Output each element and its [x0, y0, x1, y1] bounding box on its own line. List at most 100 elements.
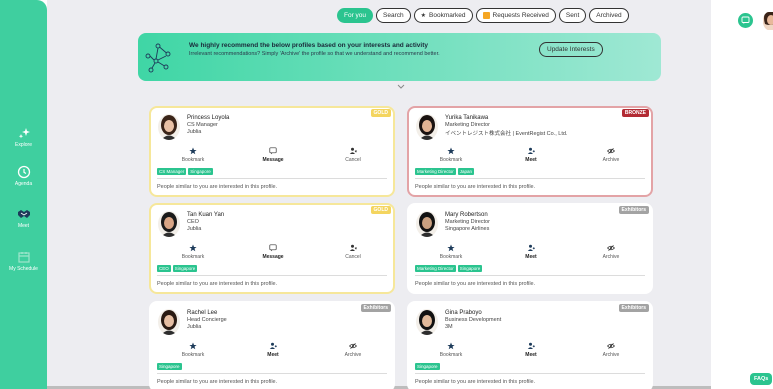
- divider: [157, 275, 387, 276]
- recommendation-banner: We highly recommend the below profiles b…: [138, 33, 661, 81]
- bookmark-button[interactable]: Bookmark: [163, 342, 223, 358]
- tab-for-you[interactable]: For you: [337, 8, 374, 23]
- bookmark-button[interactable]: Bookmark: [421, 244, 481, 260]
- tag[interactable]: Singapore: [415, 363, 440, 370]
- chat-button[interactable]: [738, 13, 753, 28]
- user-cancel-icon: [349, 147, 357, 154]
- profile-card[interactable]: GOLD Tan Kuan Yan CEO Jublia Bookmark Message…: [149, 203, 395, 294]
- tab-label: Archived: [596, 12, 622, 19]
- profile-company: Jublia: [187, 226, 202, 232]
- archive-button[interactable]: Archive: [323, 342, 383, 358]
- user-add-icon: [527, 147, 535, 154]
- sidebar-item-meet[interactable]: Meet: [0, 207, 47, 229]
- tag-list: Singapore: [157, 363, 182, 370]
- profile-card[interactable]: GOLD Princess Loyola CS Manager Jublia Bookm…: [149, 106, 395, 197]
- meet-button[interactable]: Meet: [501, 244, 561, 260]
- sidebar-item-my-schedule[interactable]: My Schedule: [0, 250, 47, 272]
- action-label: Archive: [602, 352, 620, 358]
- tag[interactable]: Singapore: [457, 265, 483, 272]
- bookmark-button[interactable]: Bookmark: [421, 147, 481, 163]
- chat-bubble-icon: [269, 147, 277, 155]
- action-label: Archive: [602, 157, 620, 163]
- tag[interactable]: Singapore: [172, 265, 198, 272]
- avatar[interactable]: [158, 114, 180, 140]
- tag[interactable]: CS Manager: [157, 168, 187, 175]
- action-label: Cancel: [345, 157, 361, 163]
- tag[interactable]: Japan: [457, 168, 475, 175]
- meet-button[interactable]: Meet: [501, 342, 561, 358]
- user-add-icon: [269, 342, 277, 349]
- similarity-note: People similar to you are interested in …: [415, 184, 536, 190]
- avatar[interactable]: [158, 211, 180, 237]
- action-label: Archive: [344, 352, 362, 358]
- sidebar-item-agenda[interactable]: Agenda: [0, 165, 47, 187]
- profile-photo-icon: [158, 211, 180, 237]
- action-label: Bookmark: [439, 157, 463, 163]
- profile-card[interactable]: Exhibitors Gina Praboyo Business Developme…: [407, 301, 653, 389]
- notification-badge-icon: [482, 12, 490, 19]
- meet-button[interactable]: Meet: [501, 147, 561, 163]
- calendar-icon: [17, 252, 30, 263]
- tier-badge: Exhibitors: [618, 206, 649, 214]
- tab-requests-received[interactable]: Requests Received: [475, 8, 556, 23]
- tag[interactable]: CEO: [157, 265, 171, 272]
- profile-company: Jublia: [187, 129, 202, 135]
- eye-slash-icon: [607, 147, 615, 155]
- archive-button[interactable]: Archive: [581, 244, 641, 260]
- tag-list: CEO Singapore: [157, 265, 198, 272]
- bookmark-button[interactable]: Bookmark: [163, 147, 223, 163]
- action-label: Meet: [525, 352, 537, 358]
- message-button[interactable]: Message: [243, 244, 303, 260]
- avatar[interactable]: [416, 114, 438, 140]
- tab-bookmarked[interactable]: ★ Bookmarked: [413, 8, 473, 23]
- card-actions: Bookmark Message Cancel: [151, 147, 393, 165]
- action-label: Archive: [602, 254, 620, 260]
- tag[interactable]: Marketing Director: [415, 168, 456, 175]
- divider: [415, 373, 645, 374]
- faqs-button[interactable]: FAQs: [750, 373, 773, 385]
- tab-label: Search: [383, 12, 404, 19]
- action-label: Meet: [267, 352, 279, 358]
- avatar[interactable]: [158, 309, 180, 335]
- user-photo-icon: [763, 12, 773, 30]
- tag-list: Marketing Director Singapore: [415, 265, 483, 272]
- message-button[interactable]: Message: [243, 147, 303, 163]
- profile-title: Marketing Director: [445, 122, 490, 128]
- tab-label: Bookmarked: [429, 12, 466, 19]
- user-avatar[interactable]: [763, 12, 773, 30]
- chevron-down-icon[interactable]: [396, 84, 406, 90]
- avatar[interactable]: [416, 211, 438, 237]
- tier-badge: BRONZE: [621, 109, 649, 117]
- bookmark-button[interactable]: Bookmark: [163, 244, 223, 260]
- action-label: Meet: [525, 254, 537, 260]
- profile-title: CS Manager: [187, 122, 218, 128]
- tag[interactable]: Marketing Director: [415, 265, 456, 272]
- card-actions: Bookmark Meet Archive: [409, 147, 651, 165]
- tag[interactable]: Singapore: [157, 363, 182, 370]
- profile-card[interactable]: Exhibitors Mary Robertson Marketing Direct…: [407, 203, 653, 294]
- action-label: Bookmark: [181, 254, 205, 260]
- archive-button[interactable]: Archive: [581, 342, 641, 358]
- avatar[interactable]: [416, 309, 438, 335]
- profile-title: Business Development: [445, 317, 502, 323]
- divider: [157, 178, 387, 179]
- tag[interactable]: Singapore: [188, 168, 213, 175]
- profile-name: Rachel Lee: [187, 310, 218, 316]
- profile-card[interactable]: Exhibitors Rachel Lee Head Concierge Jublia…: [149, 301, 395, 389]
- profile-photo-icon: [416, 114, 438, 140]
- tab-archived[interactable]: Archived: [589, 8, 629, 23]
- cancel-button[interactable]: Cancel: [323, 147, 383, 163]
- sidebar-item-explore[interactable]: Explore: [0, 126, 47, 148]
- star-icon: [447, 244, 455, 252]
- bookmark-button[interactable]: Bookmark: [421, 342, 481, 358]
- archive-button[interactable]: Archive: [581, 147, 641, 163]
- eye-slash-icon: [349, 342, 357, 350]
- update-interests-button[interactable]: Update Interests: [539, 42, 603, 57]
- cancel-button[interactable]: Cancel: [323, 244, 383, 260]
- tab-search[interactable]: Search: [376, 8, 411, 23]
- eye-slash-icon: [607, 342, 615, 350]
- meet-button[interactable]: Meet: [243, 342, 303, 358]
- card-actions: Bookmark Meet Archive: [409, 244, 651, 262]
- profile-card[interactable]: BRONZE Yurika Tanikawa Marketing Director イ…: [407, 106, 653, 197]
- tab-sent[interactable]: Sent: [558, 8, 587, 23]
